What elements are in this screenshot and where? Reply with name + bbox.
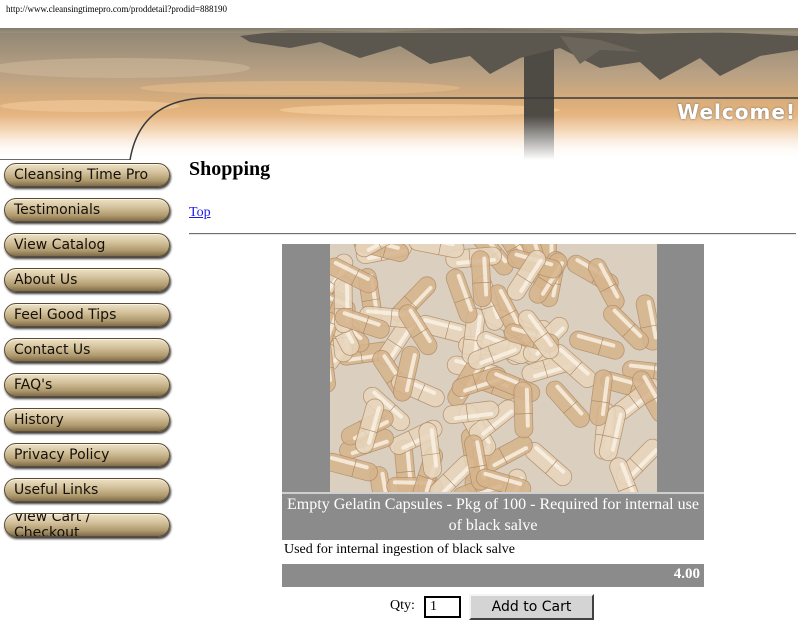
- product-image: [330, 244, 657, 492]
- nav-view-catalog[interactable]: View Catalog: [4, 233, 170, 257]
- nav-about-us[interactable]: About Us: [4, 268, 170, 292]
- add-to-cart-button[interactable]: Add to Cart: [469, 594, 594, 620]
- qty-label: Qty:: [390, 598, 415, 613]
- page-url: http://www.cleansingtimepro.com/proddeta…: [6, 4, 227, 14]
- top-link[interactable]: Top: [189, 205, 211, 221]
- page-title: Shopping: [189, 158, 271, 180]
- welcome-text: Welcome!: [677, 100, 796, 124]
- nav-useful-links[interactable]: Useful Links: [4, 478, 170, 502]
- nav-feel-good-tips[interactable]: Feel Good Tips: [4, 303, 170, 327]
- nav-view-cart-label: View Cart / Checkout: [14, 513, 91, 537]
- product-price: 4.00: [673, 566, 700, 582]
- nav-privacy-policy[interactable]: Privacy Policy: [4, 443, 170, 467]
- qty-input[interactable]: [424, 596, 461, 618]
- nav-testimonials[interactable]: Testimonials: [4, 198, 170, 222]
- product-panel: Empty Gelatin Capsules - Pkg of 100 - Re…: [282, 244, 704, 540]
- nav-cleansing-time-pro[interactable]: Cleansing Time Pro: [4, 163, 170, 187]
- nav-history[interactable]: History: [4, 408, 170, 432]
- sunset-palm-image: [0, 28, 798, 160]
- nav-faqs[interactable]: FAQ's: [4, 373, 170, 397]
- header-banner: Welcome!: [0, 28, 798, 160]
- nav-contact-us[interactable]: Contact Us: [4, 338, 170, 362]
- sidebar-nav: Cleansing Time Pro Testimonials View Cat…: [4, 163, 172, 548]
- nav-view-cart-checkout[interactable]: View Cart / Checkout: [4, 513, 170, 537]
- product-name: Empty Gelatin Capsules - Pkg of 100 - Re…: [287, 496, 699, 534]
- divider: [189, 233, 796, 235]
- product-description: Used for internal ingestion of black sal…: [284, 542, 515, 557]
- capsules-photo: [330, 244, 657, 492]
- price-bar: 4.00: [282, 564, 704, 587]
